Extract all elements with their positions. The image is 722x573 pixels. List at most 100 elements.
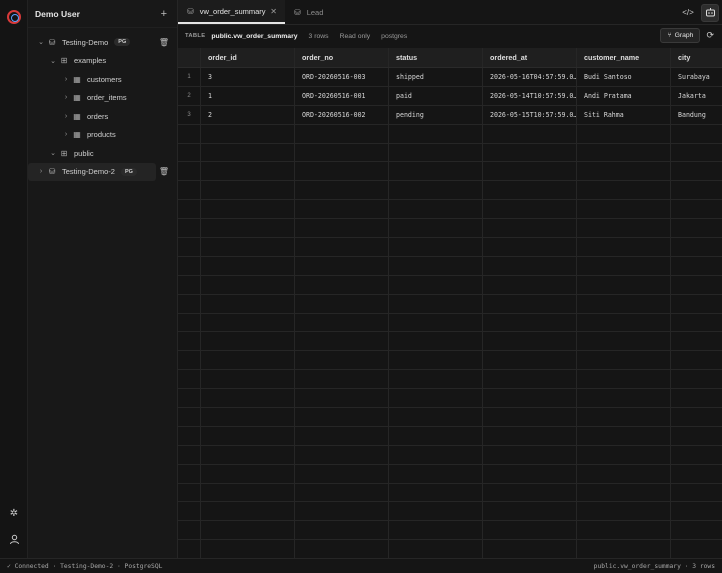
column-header[interactable]: order_no <box>295 48 389 67</box>
empty-cell <box>577 408 671 426</box>
table-cell[interactable]: Surabaya <box>671 68 722 86</box>
table-cell[interactable]: ORD-20260516-002 <box>295 105 389 124</box>
empty-cell <box>483 256 577 275</box>
empty-cell <box>201 426 295 445</box>
chevron-right-icon[interactable]: › <box>36 168 46 175</box>
schema-public[interactable]: ⌄ ⊞ public <box>28 144 177 163</box>
tab-vw-order-summary[interactable]: ⛁ vw_order_summary ✕ <box>178 0 285 24</box>
table-row[interactable]: 3 2 ORD-20260516-002 pending 2026-05-15T10:5… <box>178 105 722 125</box>
tab-lead[interactable]: ⛁ Lead <box>285 0 332 24</box>
column-header[interactable]: city <box>671 48 722 67</box>
table-label: order_items <box>87 93 127 103</box>
table-row[interactable]: 1 3 ORD-20260516-003 shipped 2026-05-16T04:5… <box>178 68 722 87</box>
empty-cell <box>671 370 722 388</box>
table-cell[interactable]: paid <box>389 86 483 105</box>
table-cell[interactable]: pending <box>389 105 483 124</box>
connection-testing-demo-2[interactable]: › ⛁ Testing-Demo-2 PG 🗑 <box>28 162 169 181</box>
bot-view-button[interactable] <box>701 3 719 22</box>
column-header[interactable]: customer_name <box>577 48 671 67</box>
chevron-right-icon[interactable]: › <box>61 113 71 120</box>
close-icon[interactable]: ✕ <box>270 7 277 16</box>
chevron-right-icon[interactable]: › <box>61 94 71 101</box>
tab-label: Lead <box>306 7 324 17</box>
empty-cell <box>295 521 389 540</box>
table-cell[interactable]: Andi Pratama <box>577 86 671 105</box>
chevron-down-icon[interactable]: ⌄ <box>36 38 46 46</box>
add-connection-button[interactable]: + <box>161 8 167 20</box>
object-name: public.vw_order_summary <box>211 32 298 40</box>
schema-icon: ⊞ <box>60 148 68 158</box>
selection-status: public.vw_order_summary · 3 rows <box>593 562 715 570</box>
empty-cell <box>295 426 389 445</box>
trash-icon[interactable]: 🗑 <box>159 38 169 47</box>
table-item-orders[interactable]: › ▦ orders <box>28 107 177 126</box>
empty-cell <box>295 483 389 502</box>
empty-row <box>178 200 722 220</box>
schema-label: public <box>74 148 94 158</box>
empty-row <box>178 124 722 144</box>
empty-cell <box>389 464 483 483</box>
user-name: Demo User <box>35 8 80 19</box>
table-row[interactable]: 2 1 ORD-20260516-001 paid 2026-05-14T10:57:5… <box>178 86 722 106</box>
code-icon: </> <box>682 8 694 17</box>
empty-cell <box>389 502 483 521</box>
gear-icon[interactable]: ✲ <box>8 508 20 520</box>
chevron-right-icon[interactable]: › <box>61 131 71 138</box>
empty-cell <box>201 143 295 162</box>
empty-cell <box>389 332 483 351</box>
chevron-down-icon[interactable]: ⌄ <box>48 149 58 157</box>
empty-cell <box>178 162 201 181</box>
empty-cell <box>577 200 671 219</box>
app-logo <box>7 10 21 24</box>
graph-button[interactable]: ⑂ Graph <box>660 28 701 43</box>
empty-row <box>178 445 722 465</box>
empty-cell <box>671 162 722 180</box>
empty-cell <box>671 314 722 332</box>
empty-cell <box>483 143 577 162</box>
table-cell[interactable]: Bandung <box>671 106 722 124</box>
empty-cell <box>295 294 389 313</box>
table-cell[interactable]: 2026-05-15T10:57:59.0… <box>483 105 577 124</box>
column-header[interactable]: order_id <box>201 48 295 67</box>
empty-cell <box>201 370 295 389</box>
empty-cell <box>577 143 671 162</box>
empty-cell <box>295 464 389 483</box>
empty-cell <box>201 313 295 332</box>
table-cell[interactable]: Jakarta <box>671 87 722 105</box>
column-header[interactable]: ordered_at <box>483 48 577 67</box>
empty-cell <box>178 389 201 408</box>
table-cell[interactable]: Siti Rahma <box>577 105 671 124</box>
schema-examples[interactable]: ⌄ ⊞ examples <box>28 52 177 71</box>
code-view-button[interactable]: </> <box>679 4 697 22</box>
chevron-down-icon[interactable]: ⌄ <box>48 57 58 65</box>
empty-cell <box>577 540 671 559</box>
table-item-products[interactable]: › ▦ products <box>28 126 177 145</box>
empty-cell <box>201 502 295 521</box>
empty-cell <box>577 162 671 181</box>
table-item-customers[interactable]: › ▦ customers <box>28 70 177 89</box>
column-header[interactable]: status <box>389 48 483 67</box>
empty-row <box>178 181 722 201</box>
user-icon[interactable] <box>8 534 20 546</box>
empty-cell <box>577 238 671 256</box>
table-cell[interactable]: 2 <box>201 105 295 124</box>
table-cell[interactable]: Budi Santoso <box>577 68 671 86</box>
empty-cell <box>295 351 389 370</box>
table-cell[interactable]: ORD-20260516-001 <box>295 86 389 105</box>
schema-label: examples <box>74 56 107 66</box>
trash-icon[interactable]: 🗑 <box>159 167 169 176</box>
table-cell[interactable]: 2026-05-14T10:57:59.0… <box>483 86 577 105</box>
table-cell[interactable]: 3 <box>201 68 295 86</box>
table-cell[interactable]: 1 <box>201 86 295 105</box>
chevron-right-icon[interactable]: › <box>61 76 71 83</box>
refresh-icon[interactable]: ⟳ <box>706 30 714 41</box>
empty-cell <box>671 332 722 350</box>
empty-cell <box>178 256 201 275</box>
table-cell[interactable]: ORD-20260516-003 <box>295 68 389 86</box>
table-cell[interactable]: 2026-05-16T04:57:59.0… <box>483 68 577 86</box>
connection-testing-demo[interactable]: ⌄ ⛁ Testing-Demo PG 🗑 <box>28 33 177 52</box>
table-cell[interactable]: shipped <box>389 68 483 86</box>
table-item-order-items[interactable]: › ▦ order_items <box>28 89 177 108</box>
row-number: 3 <box>178 105 201 124</box>
empty-cell <box>671 125 722 143</box>
